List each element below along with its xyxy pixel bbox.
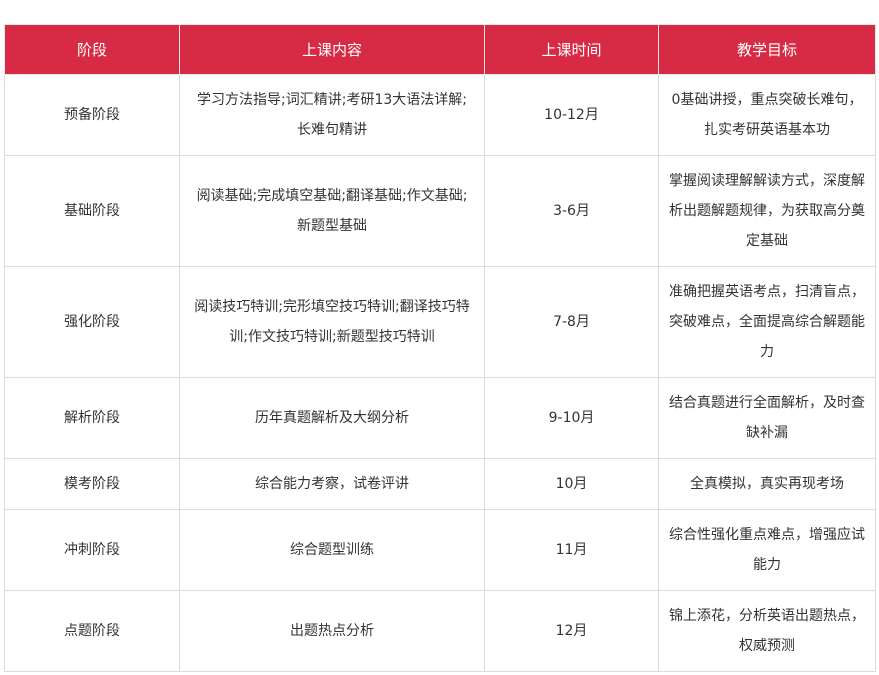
- content-cell: 出题热点分析: [179, 590, 485, 672]
- stage-cell: 预备阶段: [4, 74, 180, 156]
- course-schedule-table: 阶段 上课内容 上课时间 教学目标 预备阶段 学习方法指导;词汇精讲;考研13大…: [4, 24, 876, 672]
- time-cell: 10-12月: [484, 74, 659, 156]
- table-header-row: 阶段 上课内容 上课时间 教学目标: [4, 24, 876, 75]
- time-cell: 9-10月: [484, 377, 659, 459]
- stage-cell: 强化阶段: [4, 266, 180, 378]
- stage-cell: 模考阶段: [4, 458, 180, 510]
- table-row: 冲刺阶段 综合题型训练 11月 综合性强化重点难点，增强应试能力: [4, 509, 876, 591]
- table-row: 强化阶段 阅读技巧特训;完形填空技巧特训;翻译技巧特训;作文技巧特训;新题型技巧…: [4, 266, 876, 378]
- goal-cell: 结合真题进行全面解析，及时查缺补漏: [658, 377, 876, 459]
- stage-cell: 基础阶段: [4, 155, 180, 267]
- content-cell: 阅读基础;完成填空基础;翻译基础;作文基础;新题型基础: [179, 155, 485, 267]
- goal-cell: 0基础讲授，重点突破长难句，扎实考研英语基本功: [658, 74, 876, 156]
- content-cell: 学习方法指导;词汇精讲;考研13大语法详解;长难句精讲: [179, 74, 485, 156]
- content-cell: 综合题型训练: [179, 509, 485, 591]
- content-cell: 综合能力考察，试卷评讲: [179, 458, 485, 510]
- header-content: 上课内容: [179, 24, 485, 75]
- table-row: 解析阶段 历年真题解析及大纲分析 9-10月 结合真题进行全面解析，及时查缺补漏: [4, 377, 876, 459]
- table-row: 基础阶段 阅读基础;完成填空基础;翻译基础;作文基础;新题型基础 3-6月 掌握…: [4, 155, 876, 267]
- stage-cell: 冲刺阶段: [4, 509, 180, 591]
- goal-cell: 掌握阅读理解解读方式，深度解析出题解题规律，为获取高分奠定基础: [658, 155, 876, 267]
- stage-cell: 点题阶段: [4, 590, 180, 672]
- time-cell: 3-6月: [484, 155, 659, 267]
- table-row: 模考阶段 综合能力考察，试卷评讲 10月 全真模拟，真实再现考场: [4, 458, 876, 510]
- table-row: 点题阶段 出题热点分析 12月 锦上添花，分析英语出题热点，权威预测: [4, 590, 876, 672]
- goal-cell: 锦上添花，分析英语出题热点，权威预测: [658, 590, 876, 672]
- header-time: 上课时间: [484, 24, 659, 75]
- stage-cell: 解析阶段: [4, 377, 180, 459]
- course-schedule-table-container: 阶段 上课内容 上课时间 教学目标 预备阶段 学习方法指导;词汇精讲;考研13大…: [4, 24, 876, 672]
- header-goal: 教学目标: [658, 24, 876, 75]
- table-row: 预备阶段 学习方法指导;词汇精讲;考研13大语法详解;长难句精讲 10-12月 …: [4, 74, 876, 156]
- time-cell: 7-8月: [484, 266, 659, 378]
- time-cell: 11月: [484, 509, 659, 591]
- content-cell: 阅读技巧特训;完形填空技巧特训;翻译技巧特训;作文技巧特训;新题型技巧特训: [179, 266, 485, 378]
- goal-cell: 准确把握英语考点，扫清盲点，突破难点，全面提高综合解题能力: [658, 266, 876, 378]
- time-cell: 10月: [484, 458, 659, 510]
- goal-cell: 全真模拟，真实再现考场: [658, 458, 876, 510]
- goal-cell: 综合性强化重点难点，增强应试能力: [658, 509, 876, 591]
- header-stage: 阶段: [4, 24, 180, 75]
- content-cell: 历年真题解析及大纲分析: [179, 377, 485, 459]
- time-cell: 12月: [484, 590, 659, 672]
